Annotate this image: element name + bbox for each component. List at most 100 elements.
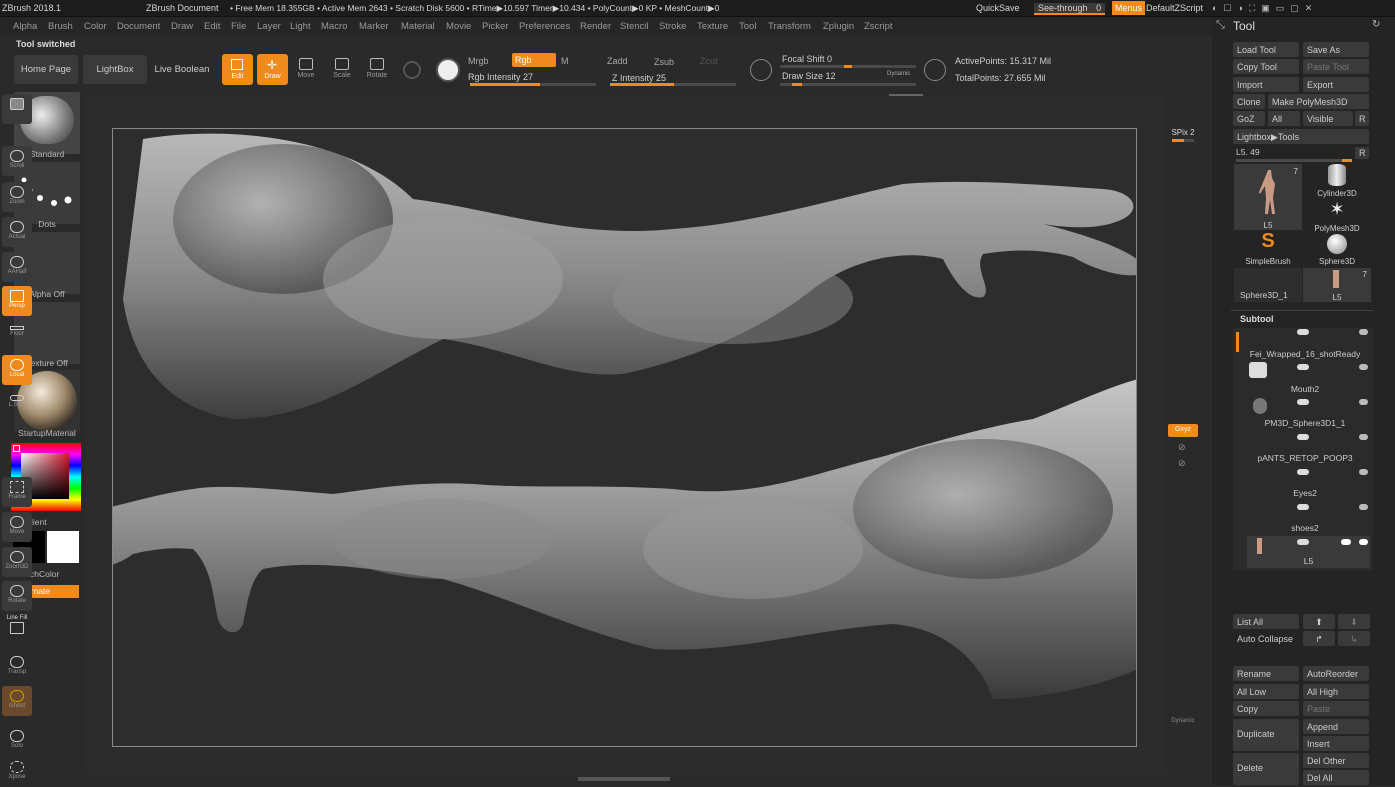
rgb-button[interactable]: Rgb (512, 53, 556, 67)
lightbox-tools-button[interactable]: Lightbox▶Tools (1233, 129, 1369, 144)
zadd-button[interactable]: Zadd (607, 56, 628, 66)
subtool-toggles-3[interactable] (1285, 434, 1369, 442)
arrow-up-icon[interactable]: ↱ (1303, 631, 1335, 646)
menu-macro[interactable]: Macro (321, 21, 347, 32)
duplicate-button[interactable]: Duplicate (1233, 719, 1299, 751)
panel-refresh-icon[interactable]: ↻ (1372, 19, 1380, 30)
subtool-toggles-6[interactable] (1285, 539, 1369, 547)
dynamic-toggle[interactable]: Dynamic (887, 71, 910, 77)
tool-thumb-l5-small[interactable]: 7 L5 (1303, 268, 1371, 302)
menu-material[interactable]: Material (401, 21, 435, 32)
zcut-button[interactable]: Zcut (700, 56, 718, 66)
menu-draw[interactable]: Draw (171, 21, 193, 32)
ghost-button[interactable]: Ghost (2, 686, 32, 716)
clone-button[interactable]: Clone (1233, 94, 1265, 109)
sym-y-icon[interactable]: ⊘ (1178, 442, 1186, 453)
copy-subtool-button[interactable]: Copy (1233, 701, 1299, 716)
rename-button[interactable]: Rename (1233, 666, 1299, 681)
load-tool-button[interactable]: Load Tool (1233, 42, 1299, 57)
tool-slider[interactable] (1236, 159, 1352, 162)
local-button[interactable]: Local (2, 355, 32, 385)
arrow-down-icon[interactable]: ↳ (1338, 631, 1370, 646)
export-button[interactable]: Export (1303, 77, 1369, 92)
del-all-button[interactable]: Del All (1303, 770, 1369, 785)
draw-button[interactable]: Draw ✛ (257, 54, 288, 85)
rotate-view-button[interactable]: Rotate (2, 581, 32, 611)
frame-button[interactable]: Frame (2, 477, 32, 507)
goz-r-button[interactable]: R (1355, 111, 1369, 126)
menus-button[interactable]: Menus (1112, 1, 1146, 15)
menu-texture[interactable]: Texture (697, 21, 728, 32)
polyframe-icon[interactable] (403, 61, 421, 79)
bpr-button[interactable] (2, 94, 32, 124)
zsub-button[interactable]: Zsub (654, 57, 674, 67)
home-page-button[interactable]: Home Page (14, 55, 78, 84)
zoom-button[interactable]: Zoom (2, 182, 32, 212)
menu-alpha[interactable]: Alpha (13, 21, 37, 32)
tool-panel-title[interactable]: Tool (1233, 19, 1255, 33)
menu-color[interactable]: Color (84, 21, 107, 32)
make-polymesh-button[interactable]: Make PolyMesh3D (1268, 94, 1369, 109)
menu-preferences[interactable]: Preferences (519, 21, 570, 32)
subtool-item-3[interactable]: pANTS_RETOP_POOP3 (1240, 453, 1370, 463)
import-button[interactable]: Import (1233, 77, 1299, 92)
subtool-item-1[interactable]: Mouth2 (1240, 384, 1370, 394)
list-all-button[interactable]: List All (1233, 614, 1299, 629)
menu-layer[interactable]: Layer (257, 21, 281, 32)
subtool-toggles-0[interactable] (1285, 329, 1369, 337)
menu-file[interactable]: File (231, 21, 246, 32)
zoom3d-button[interactable]: Zoom3D (2, 547, 32, 577)
draw-size-slider[interactable] (780, 83, 916, 86)
auto-collapse-button[interactable]: Auto Collapse (1233, 631, 1299, 646)
menu-zscript[interactable]: Zscript (864, 21, 893, 32)
spix-slider[interactable]: SPix 2 (1168, 128, 1198, 137)
quicksave-button[interactable]: QuickSave (976, 3, 1020, 13)
insert-button[interactable]: Insert (1303, 736, 1369, 751)
copy-tool-button[interactable]: Copy Tool (1233, 59, 1299, 74)
menu-render[interactable]: Render (580, 21, 611, 32)
persp-button[interactable]: Persp (2, 286, 32, 316)
lightbox-button[interactable]: LightBox (83, 55, 147, 84)
gxyz-button[interactable]: Gxyz (1168, 424, 1198, 437)
subtool-toggles-2[interactable] (1285, 399, 1369, 407)
goz-visible-button[interactable]: Visible (1303, 111, 1353, 126)
menu-stroke[interactable]: Stroke (659, 21, 686, 32)
goz-all-button[interactable]: All (1268, 111, 1300, 126)
seethrough-slider[interactable]: See-through 0 (1034, 3, 1106, 15)
actual-button[interactable]: Actual (2, 217, 32, 247)
z-intensity-slider[interactable] (610, 83, 736, 86)
tool-thumb-sphere3d1[interactable]: Sphere3D_1 (1234, 268, 1302, 302)
default-zscript[interactable]: DefaultZScript (1146, 3, 1203, 13)
tool-thumb-sphere[interactable]: Sphere3D (1303, 232, 1371, 266)
subtool-toggles-5[interactable] (1285, 504, 1369, 512)
spix-bar[interactable] (1172, 139, 1194, 142)
subtool-toggles-1[interactable] (1285, 364, 1369, 372)
append-button[interactable]: Append (1303, 719, 1369, 734)
menu-picker[interactable]: Picker (482, 21, 508, 32)
focal-shift-slider[interactable] (780, 65, 916, 68)
rgb-intensity-slider[interactable] (470, 83, 596, 86)
subtool-header[interactable]: Subtool (1240, 314, 1274, 324)
scale-button[interactable]: Scale (330, 58, 354, 79)
all-low-button[interactable]: All Low (1233, 684, 1299, 699)
xpose-button[interactable]: Xpose (2, 757, 32, 787)
subtool-item-4[interactable]: Eyes2 (1240, 488, 1370, 498)
move-button[interactable]: Move (294, 58, 318, 79)
menu-brush[interactable]: Brush (48, 21, 73, 32)
sym-z-icon[interactable]: ⊘ (1178, 458, 1186, 469)
menu-stencil[interactable]: Stencil (620, 21, 649, 32)
subtool-scrollbar[interactable] (1236, 332, 1239, 352)
window-controls-icon[interactable]: ◐☐◑⛶▣▭▢✕ (1212, 3, 1318, 14)
edit-button[interactable]: Edit (222, 54, 253, 85)
document-canvas[interactable] (112, 128, 1137, 747)
goz-button[interactable]: GoZ (1233, 111, 1265, 126)
tool-thumb-polymesh[interactable]: ✶ PolyMesh3D (1303, 199, 1371, 233)
all-high-button[interactable]: All High (1303, 684, 1369, 699)
menu-edit[interactable]: Edit (204, 21, 220, 32)
mrgb-button[interactable]: Mrgb (468, 56, 489, 66)
menu-tool[interactable]: Tool (739, 21, 756, 32)
scroll-button[interactable]: Scroll (2, 146, 32, 176)
tool-thumb-simplebrush[interactable]: S SimpleBrush (1234, 230, 1302, 266)
menu-document[interactable]: Document (117, 21, 160, 32)
aahalf-button[interactable]: AAHalf (2, 252, 32, 282)
